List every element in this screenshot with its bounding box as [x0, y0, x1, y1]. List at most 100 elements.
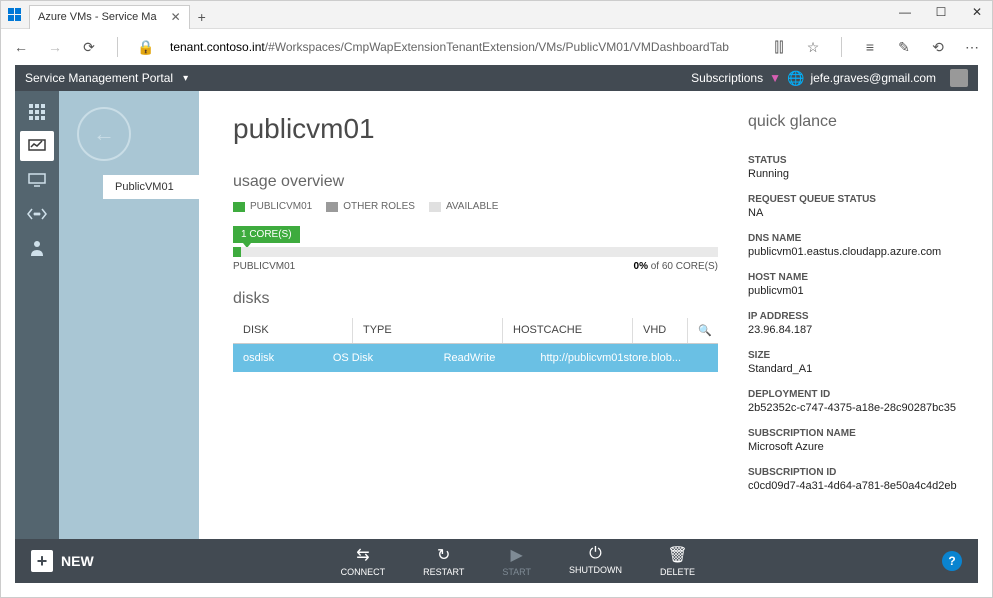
glance-value: publicvm01 — [748, 285, 960, 297]
cell-type: OS Disk — [323, 344, 434, 372]
glance-value: NA — [748, 207, 960, 219]
tab-title: Azure VMs - Service Ma — [38, 11, 157, 23]
glance-label: REQUEST QUEUE STATUS — [748, 194, 960, 205]
nav-item-publicvm01[interactable]: PublicVM01 — [103, 175, 199, 199]
glance-title: quick glance — [748, 113, 960, 131]
table-header: DISK TYPE HOSTCACHE VHD 🔍 — [233, 318, 718, 343]
action-start: ▶START — [502, 545, 531, 577]
legend: PUBLICVM01OTHER ROLESAVAILABLE — [233, 201, 718, 212]
col-search-icon[interactable]: 🔍 — [688, 318, 718, 343]
back-circle-button[interactable]: ← — [77, 107, 131, 161]
portal-body: ← PublicVM01 publicvm01 usage overview P… — [15, 91, 978, 539]
minimize-button[interactable]: — — [896, 5, 914, 19]
disks-title: disks — [233, 290, 718, 308]
nav-column: ← PublicVM01 — [59, 91, 199, 539]
lock-icon: 🔒 — [136, 39, 156, 56]
action-label: CONNECT — [341, 567, 386, 577]
browser-tab[interactable]: Azure VMs - Service Ma ✕ — [29, 5, 190, 29]
action-connect[interactable]: ⇆ CONNECT — [341, 545, 386, 577]
glance-label: HOST NAME — [748, 272, 960, 283]
share-icon[interactable]: ⟲ — [928, 39, 948, 56]
url-path: /#Workspaces/CmpWapExtensionTenantExtens… — [265, 40, 729, 54]
user-email[interactable]: jefe.graves@gmail.com — [810, 71, 936, 85]
cell-spacer — [691, 344, 718, 372]
content: publicvm01 usage overview PUBLICVM01 OTHE… — [199, 91, 978, 539]
col-hostcache[interactable]: HOSTCACHE — [503, 318, 633, 343]
address-bar[interactable]: tenant.contoso.int/#Workspaces/CmpWapExt… — [170, 40, 755, 54]
new-button[interactable]: + NEW — [31, 550, 94, 572]
favorite-icon[interactable]: ☆ — [803, 39, 823, 56]
action-shutdown[interactable]: ⏻SHUTDOWN — [569, 545, 622, 577]
action-label: START — [502, 567, 531, 577]
action-label: RESTART — [423, 567, 464, 577]
glance-label: SUBSCRIPTION NAME — [748, 428, 960, 439]
notes-icon[interactable]: ✎ — [894, 39, 914, 56]
avatar[interactable] — [950, 69, 968, 87]
back-button[interactable]: ← — [11, 39, 31, 55]
quick-glance: quick glance STATUS Running REQUEST QUEUE … — [738, 91, 978, 539]
usage-title: usage overview — [233, 173, 718, 191]
action-restart[interactable]: ↻RESTART — [423, 545, 464, 577]
browser-tab-strip: Azure VMs - Service Ma ✕ + — ☐ ✕ — [1, 1, 992, 29]
help-button[interactable]: ? — [942, 551, 962, 571]
close-window-button[interactable]: ✕ — [968, 5, 986, 19]
glance-value: publicvm01.eastus.cloudapp.azure.com — [748, 246, 960, 258]
legend-item: PUBLICVM01 — [233, 201, 312, 212]
window-controls: — ☐ ✕ — [896, 5, 986, 19]
action-delete[interactable]: 🗑 DELETE — [660, 545, 695, 577]
rail-monitor-icon[interactable] — [20, 131, 54, 161]
table-row[interactable]: osdisk OS Disk ReadWrite http://publicvm… — [233, 344, 718, 372]
glance-value: Running — [748, 168, 960, 180]
chevron-down-icon[interactable]: ▾ — [183, 73, 188, 84]
subscriptions-label[interactable]: Subscriptions — [691, 71, 763, 85]
glance-value: 23.96.84.187 — [748, 324, 960, 336]
more-icon[interactable]: ⋯ — [962, 39, 982, 56]
main: publicvm01 usage overview PUBLICVM01 OTHE… — [199, 91, 738, 539]
glance-label: IP ADDRESS — [748, 311, 960, 322]
glance-label: STATUS — [748, 155, 960, 166]
disks-table: DISK TYPE HOSTCACHE VHD 🔍 osdisk OS Disk… — [233, 318, 718, 372]
legend-label: PUBLICVM01 — [250, 201, 312, 212]
new-tab-button[interactable]: + — [190, 9, 214, 25]
maximize-button[interactable]: ☐ — [932, 5, 950, 19]
usage-bar — [233, 247, 718, 257]
glance-label: SIZE — [748, 350, 960, 361]
refresh-button[interactable]: ⟳ — [79, 39, 99, 56]
rail-display-icon[interactable] — [20, 165, 54, 195]
delete-icon: 🗑 — [667, 545, 687, 565]
page-title: publicvm01 — [233, 113, 718, 145]
glance-label: DEPLOYMENT ID — [748, 389, 960, 400]
portal-header: Service Management Portal ▾ Subscription… — [15, 65, 978, 91]
rail-user-icon[interactable] — [20, 233, 54, 263]
core-badge: 1 CORE(S) — [233, 226, 300, 243]
cell-vhd: http://publicvm01store.blob... — [530, 344, 691, 372]
globe-icon[interactable]: 🌐 — [787, 70, 804, 87]
connect-icon: ⇆ — [356, 545, 369, 565]
rail-grid-icon[interactable] — [20, 97, 54, 127]
usage-bar-labels: PUBLICVM01 0% of 60 CORE(S) — [233, 261, 718, 272]
col-type[interactable]: TYPE — [353, 318, 503, 343]
browser-nav-bar: ← → ⟳ 🔒 tenant.contoso.int/#Workspaces/C… — [1, 29, 992, 65]
reading-icon[interactable]: ⫿⫿ — [769, 39, 789, 56]
glance-value: Microsoft Azure — [748, 441, 960, 453]
url-host: tenant.contoso.int — [170, 40, 265, 54]
icon-rail — [15, 91, 59, 539]
action-label: DELETE — [660, 567, 695, 577]
windows-icon — [1, 1, 29, 29]
legend-swatch — [429, 202, 441, 212]
rail-code-icon[interactable] — [20, 199, 54, 229]
nav-right: ⫿⫿ ☆ ≡ ✎ ⟲ ⋯ — [769, 37, 982, 57]
filter-icon[interactable]: ▼ — [769, 71, 781, 85]
close-tab-icon[interactable]: ✕ — [171, 10, 181, 24]
col-disk[interactable]: DISK — [233, 318, 353, 343]
forward-button[interactable]: → — [45, 39, 65, 55]
legend-label: OTHER ROLES — [343, 201, 415, 212]
glance-label: SUBSCRIPTION ID — [748, 467, 960, 478]
hub-icon[interactable]: ≡ — [860, 39, 880, 55]
plus-icon: + — [31, 550, 53, 572]
legend-swatch — [233, 202, 245, 212]
action-bar: ⇆ CONNECT ↻RESTART ▶START ⏻SHUTDOWN 🗑 DELETE — [94, 545, 942, 577]
cell-disk: osdisk — [233, 344, 323, 372]
cell-hostcache: ReadWrite — [434, 344, 531, 372]
col-vhd[interactable]: VHD — [633, 318, 688, 343]
